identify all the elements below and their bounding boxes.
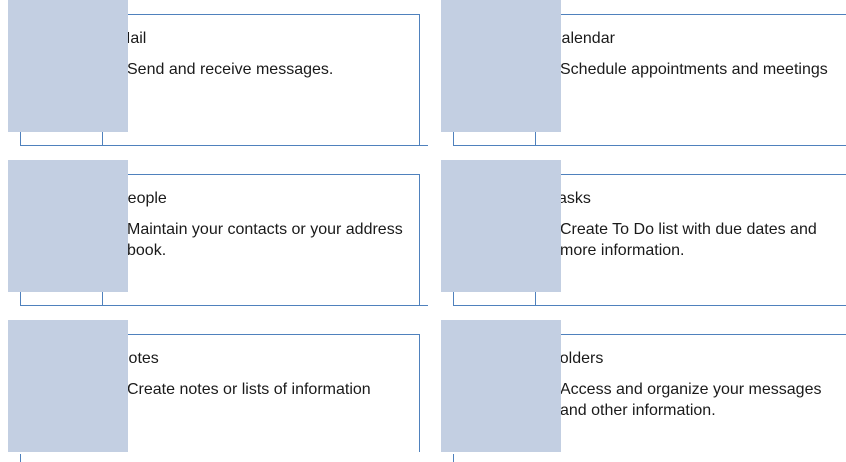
card-bullet: • Access and organize your messages and …: [550, 379, 838, 421]
card-textbox: Notes • Create notes or lists of informa…: [102, 334, 420, 452]
card-notes: Notes • Create notes or lists of informa…: [8, 320, 428, 462]
card-people: People • Maintain your contacts or your …: [8, 160, 428, 306]
card-description: Maintain your contacts or your address b…: [127, 221, 403, 259]
card-color-swatch: [441, 0, 561, 132]
card-bullet: • Maintain your contacts or your address…: [117, 219, 405, 261]
card-title: People: [117, 190, 167, 207]
card-bracket-line: [453, 454, 454, 462]
card-title: Calendar: [550, 30, 615, 47]
card-title: Mail: [117, 30, 147, 47]
card-textbox: Calendar • Schedule appointments and mee…: [535, 14, 846, 146]
card-color-swatch: [8, 0, 128, 132]
card-textbox: People • Maintain your contacts or your …: [102, 174, 420, 306]
card-description: Create To Do list with due dates and mor…: [560, 221, 817, 259]
card-bullet: • Schedule appointments and meetings: [550, 59, 838, 80]
card-description: Create notes or lists of information: [127, 381, 371, 398]
card-calendar: Calendar • Schedule appointments and mee…: [441, 0, 846, 146]
card-color-swatch: [8, 160, 128, 292]
card-tasks: Tasks • Create To Do list with due dates…: [441, 160, 846, 306]
card-bullet: • Create To Do list with due dates and m…: [550, 219, 838, 261]
card-textbox: Folders • Access and organize your messa…: [535, 334, 846, 452]
card-description: Access and organize your messages and ot…: [560, 381, 822, 419]
card-bullet: • Send and receive messages.: [117, 59, 405, 80]
card-title: Folders: [550, 350, 604, 367]
card-description: Schedule appointments and meetings: [560, 61, 828, 78]
card-color-swatch: [8, 320, 128, 452]
card-bullet: • Create notes or lists of information: [117, 379, 405, 400]
card-mail: Mail • Send and receive messages.: [8, 0, 428, 146]
card-title: Tasks: [550, 190, 591, 207]
card-bracket-line: [20, 454, 21, 462]
card-description: Send and receive messages.: [127, 61, 334, 78]
card-textbox: Mail • Send and receive messages.: [102, 14, 420, 146]
card-textbox: Tasks • Create To Do list with due dates…: [535, 174, 846, 306]
card-title: Notes: [117, 350, 159, 367]
card-color-swatch: [441, 160, 561, 292]
card-folders: Folders • Access and organize your messa…: [441, 320, 846, 462]
card-color-swatch: [441, 320, 561, 452]
